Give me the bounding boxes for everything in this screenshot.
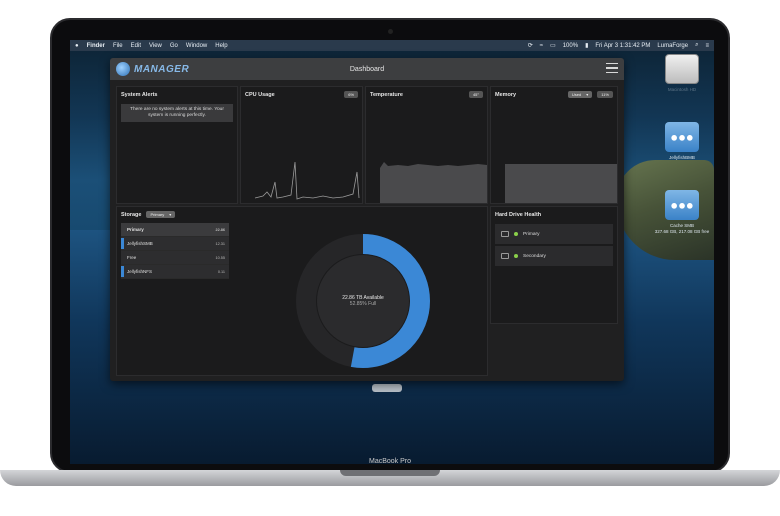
desktop-icon-cache-smb[interactable]: ●●● Cache SMB 327.68 GB, 217.08 GB free bbox=[650, 190, 714, 234]
panel-title: Temperature bbox=[370, 91, 403, 98]
cpu-value-badge: 6% bbox=[344, 91, 358, 98]
memory-mode-select[interactable]: Used ▾ bbox=[567, 91, 593, 98]
status-ok-icon bbox=[514, 254, 518, 258]
select-value: Used bbox=[571, 92, 582, 97]
donut-center-text: 22.86 TB Available 52.85% Full bbox=[293, 231, 433, 371]
user-name[interactable]: LumaForge bbox=[657, 43, 688, 49]
device-label: MacBook Pro bbox=[368, 458, 412, 465]
storage-row[interactable]: Primary 22.86 bbox=[121, 223, 229, 237]
laptop-notch bbox=[340, 470, 440, 476]
clock[interactable]: Fri Apr 3 1:31:42 PM bbox=[595, 43, 650, 49]
menu-edit[interactable]: Edit bbox=[131, 43, 141, 49]
storage-volume-select[interactable]: Primary ▾ bbox=[146, 211, 176, 218]
menu-window[interactable]: Window bbox=[186, 43, 207, 49]
hdd-row-label: Primary bbox=[523, 231, 540, 237]
menu-file[interactable]: File bbox=[113, 43, 123, 49]
panel-title: Storage bbox=[121, 211, 142, 218]
screen: ● Finder File Edit View Go Window Help ⟳… bbox=[70, 40, 714, 464]
wallpaper-boat bbox=[372, 384, 402, 392]
hamburger-menu-icon[interactable] bbox=[606, 63, 618, 73]
storage-row-value: 22.86 bbox=[215, 227, 225, 232]
legend-swatch bbox=[121, 238, 124, 249]
desktop-icon-sublabel: 327.68 GB, 217.08 GB free bbox=[654, 228, 710, 234]
alert-message: There are no system alerts at this time.… bbox=[121, 104, 233, 122]
hdd-row-primary[interactable]: Primary bbox=[495, 224, 613, 244]
app-header: MANAGER Dashboard bbox=[110, 58, 624, 80]
memory-chart bbox=[505, 164, 617, 203]
memory-panel: Memory Used ▾ 11% bbox=[490, 86, 618, 204]
chevron-down-icon: ▾ bbox=[586, 92, 589, 97]
page-title: Dashboard bbox=[349, 65, 385, 73]
apple-menu-icon[interactable]: ● bbox=[75, 43, 79, 49]
cpu-chart bbox=[254, 161, 360, 200]
panel-title: CPU Usage bbox=[245, 91, 275, 98]
storage-row-label: Primary bbox=[127, 227, 144, 232]
hard-drive-icon bbox=[665, 54, 699, 84]
storage-panel: Storage Primary ▾ Primary 22.86 JellyfishS… bbox=[116, 206, 488, 376]
battery-percent[interactable]: 100% bbox=[563, 43, 578, 49]
logo-text: MANAGER bbox=[134, 63, 190, 75]
panel-title: Memory bbox=[495, 91, 517, 98]
sync-icon[interactable]: ⟳ bbox=[528, 42, 533, 49]
jellyfish-logo-icon bbox=[116, 62, 130, 76]
legend-swatch bbox=[121, 266, 124, 277]
storage-row[interactable]: Free 10.55 bbox=[121, 251, 229, 265]
laptop: ● Finder File Edit View Go Window Help ⟳… bbox=[0, 0, 780, 516]
select-value: Primary bbox=[150, 212, 165, 217]
desktop-icon-label: Macintosh HD bbox=[667, 87, 697, 92]
menu-help[interactable]: Help bbox=[215, 43, 227, 49]
storage-donut-chart: 22.86 TB Available 52.85% Full bbox=[293, 231, 433, 371]
manager-app-window: MANAGER Dashboard System Alerts There ar… bbox=[110, 58, 624, 381]
desktop-icon-hd[interactable]: Macintosh HD bbox=[650, 54, 714, 93]
search-icon[interactable]: ⌕ bbox=[695, 42, 698, 49]
chevron-down-icon: ▾ bbox=[169, 212, 172, 217]
storage-row-label: JellyfishSMB bbox=[127, 241, 153, 246]
system-alerts-panel: System Alerts There are no system alerts… bbox=[116, 86, 238, 204]
panel-title: Hard Drive Health bbox=[495, 211, 542, 218]
menubar: ● Finder File Edit View Go Window Help ⟳… bbox=[70, 40, 714, 51]
storage-row-value: 10.55 bbox=[215, 255, 225, 260]
hdd-row-label: Secondary bbox=[523, 253, 546, 259]
drive-icon bbox=[501, 231, 509, 237]
menu-go[interactable]: Go bbox=[170, 43, 178, 49]
app-logo[interactable]: MANAGER bbox=[116, 62, 189, 76]
menu-view[interactable]: View bbox=[149, 43, 162, 49]
storage-row-value: 12.31 bbox=[215, 241, 225, 246]
memory-value-badge: 11% bbox=[597, 91, 613, 98]
control-center-icon[interactable]: ≡ bbox=[705, 43, 709, 49]
network-share-icon: ●●● bbox=[665, 190, 699, 220]
panel-title: System Alerts bbox=[121, 91, 158, 98]
hdd-row-secondary[interactable]: Secondary bbox=[495, 246, 613, 266]
desktop-icon-label: JellyfishBMB bbox=[669, 155, 695, 160]
desktop-icon-jellyfishbmb[interactable]: ●●● JellyfishBMB bbox=[650, 122, 714, 161]
storage-row[interactable]: JellyfishSMB 12.31 bbox=[121, 237, 229, 251]
menu-finder[interactable]: Finder bbox=[87, 43, 105, 49]
storage-list: Primary 22.86 JellyfishSMB 12.31 Free 10.55… bbox=[121, 223, 229, 279]
temperature-value-badge: 45° bbox=[468, 91, 483, 98]
storage-row-label: Free bbox=[127, 255, 137, 260]
cpu-usage-panel: CPU Usage 6% bbox=[240, 86, 363, 204]
storage-row[interactable]: JellyfishNFS 0.11 bbox=[121, 265, 229, 279]
battery-icon[interactable]: ▮ bbox=[585, 42, 588, 49]
temperature-chart bbox=[380, 162, 487, 203]
hard-drive-health-panel: Hard Drive Health Primary Secondary bbox=[490, 206, 618, 324]
storage-row-value: 0.11 bbox=[217, 269, 225, 274]
storage-row-label: JellyfishNFS bbox=[127, 269, 153, 274]
airplay-icon[interactable]: ▭ bbox=[550, 42, 556, 49]
network-share-icon: ●●● bbox=[665, 122, 699, 152]
wifi-icon[interactable]: ≈ bbox=[540, 43, 543, 49]
camera bbox=[388, 29, 393, 34]
temperature-panel: Temperature 45° bbox=[365, 86, 488, 204]
donut-full: 52.85% Full bbox=[349, 301, 377, 307]
drive-icon bbox=[501, 253, 509, 259]
status-ok-icon bbox=[514, 232, 518, 236]
